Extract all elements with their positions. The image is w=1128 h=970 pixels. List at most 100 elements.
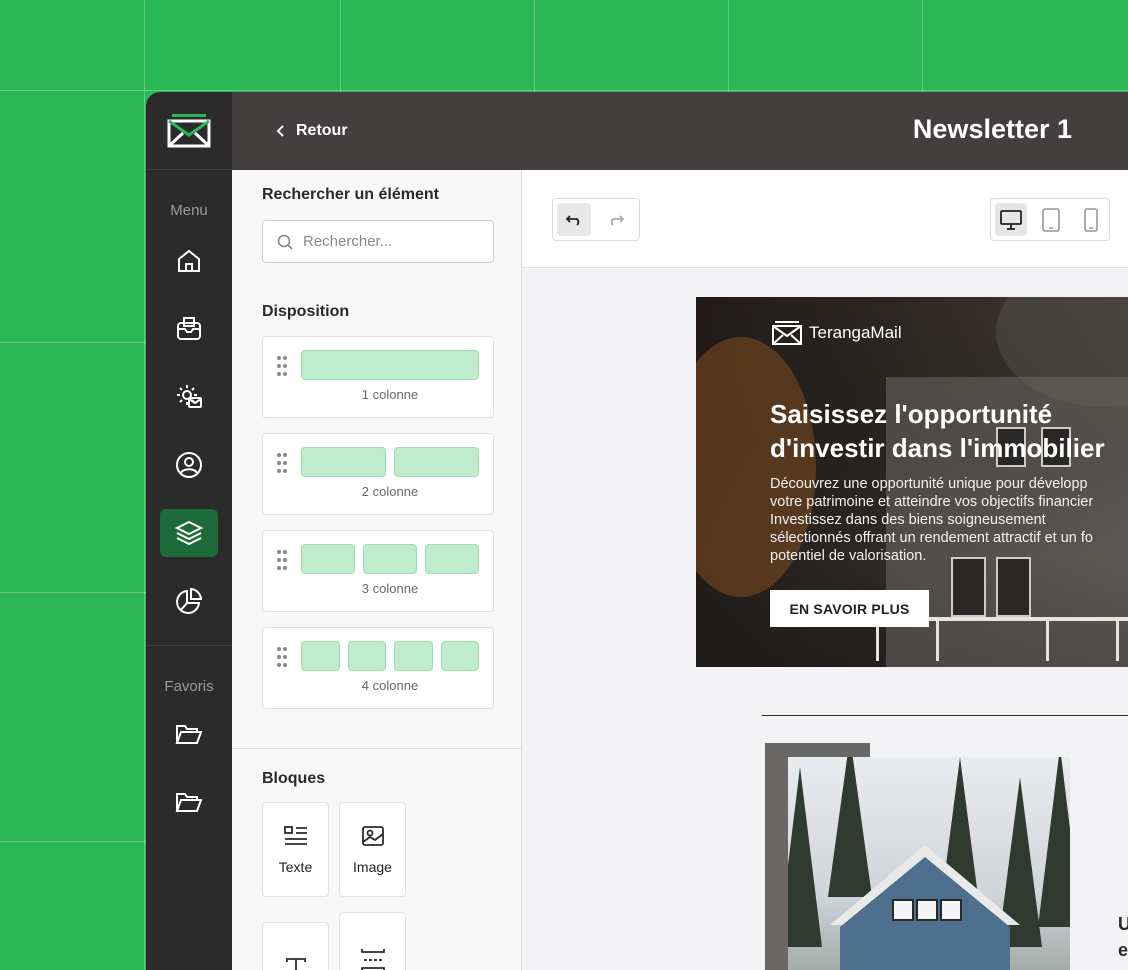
- house-window: [996, 557, 1031, 617]
- search-section-title: Rechercher un élément: [262, 186, 439, 203]
- block-title[interactable]: [262, 922, 329, 970]
- nav-templates[interactable]: [160, 509, 218, 557]
- folder-open-icon: [175, 725, 203, 744]
- cropped-heading: U: [1118, 914, 1128, 934]
- layout-section-title: Disposition: [262, 303, 350, 320]
- tablet-icon: [1042, 207, 1060, 232]
- layout-4-columns[interactable]: 4 colonne: [262, 627, 494, 709]
- tablet-view-button[interactable]: [1035, 203, 1067, 236]
- email-hero-block[interactable]: TerangaMail Saisissez l'opportunité d'in…: [696, 297, 1128, 667]
- app-window: Menu Favoris Retour Newsletter 1 Recherc…: [146, 92, 1128, 970]
- layout-2-columns[interactable]: 2 colonne: [262, 433, 494, 515]
- house-window: [892, 899, 914, 921]
- porch-post: [876, 621, 879, 661]
- column-preview: [301, 350, 479, 380]
- sidebar-divider: [146, 645, 232, 646]
- history-controls: [552, 198, 640, 241]
- grid-line: [728, 0, 729, 92]
- back-label: Retour: [296, 122, 348, 139]
- house-photo[interactable]: [788, 757, 1070, 970]
- layout-label: 2 colonne: [361, 484, 419, 499]
- drag-handle-icon[interactable]: [276, 355, 288, 377]
- nav-contacts[interactable]: [160, 441, 218, 489]
- desktop-icon: [1000, 209, 1022, 230]
- hero-title: Saisissez l'opportunité d'investir dans …: [770, 399, 1105, 463]
- column-preview: [301, 447, 479, 477]
- newsletter-title: Newsletter 1: [912, 114, 1072, 144]
- search-input[interactable]: [303, 233, 483, 250]
- block-label: Image: [353, 858, 392, 875]
- nav-home[interactable]: [160, 237, 218, 285]
- mobile-icon: [1084, 207, 1098, 232]
- pine-tree: [788, 767, 822, 947]
- mail-inbox-icon: [177, 317, 201, 340]
- drag-handle-icon[interactable]: [276, 452, 288, 474]
- block-label: Texte: [278, 858, 313, 875]
- email-brand-name: TerangaMail: [809, 323, 902, 342]
- undo-button[interactable]: [557, 203, 591, 236]
- grid-line: [0, 841, 146, 842]
- drag-handle-icon[interactable]: [276, 549, 288, 571]
- layout-label: 1 colonne: [361, 387, 419, 402]
- desktop-view-button[interactable]: [995, 203, 1027, 236]
- nav-automation[interactable]: [160, 373, 218, 421]
- layers-icon: [174, 520, 204, 546]
- favorites-label: Favoris: [164, 678, 214, 695]
- grid-line: [340, 0, 341, 92]
- menu-label: Menu: [170, 202, 208, 219]
- redo-icon: [610, 214, 625, 226]
- typography-icon: [285, 957, 306, 970]
- house-window: [916, 899, 938, 921]
- settings-mail-icon: [177, 385, 202, 408]
- cropped-heading: e: [1118, 940, 1128, 960]
- undo-icon: [565, 214, 580, 226]
- house-window: [951, 557, 986, 617]
- search-field[interactable]: [262, 220, 494, 263]
- nav-campaigns[interactable]: [160, 305, 218, 353]
- block-text[interactable]: Texte: [262, 802, 329, 897]
- grid-line: [534, 0, 535, 92]
- teranga-mail-logo-icon: [772, 321, 802, 345]
- block-image[interactable]: Image: [339, 802, 406, 897]
- editor-canvas: TerangaMail Saisissez l'opportunité d'in…: [522, 170, 1128, 970]
- column-preview: [301, 641, 479, 671]
- porch-post: [1046, 621, 1049, 661]
- favorite-folder-2[interactable]: [160, 779, 218, 827]
- house-window: [940, 899, 962, 921]
- spacer-icon: [360, 948, 385, 970]
- redo-button[interactable]: [599, 203, 633, 236]
- app-logo[interactable]: [146, 92, 232, 170]
- drag-handle-icon[interactable]: [276, 646, 288, 668]
- back-button[interactable]: Retour: [276, 122, 348, 140]
- search-icon: [277, 234, 293, 250]
- blocks-section-title: Bloques: [262, 770, 326, 787]
- top-header: Retour Newsletter 1: [232, 92, 1128, 170]
- house-wall: [840, 927, 1010, 970]
- main-sidebar: Menu Favoris: [146, 92, 232, 970]
- mobile-view-button[interactable]: [1075, 203, 1107, 236]
- pine-tree: [1038, 757, 1070, 927]
- text-list-icon: [283, 825, 307, 845]
- chevron-left-icon: [276, 125, 284, 137]
- teranga-mail-logo-icon: [167, 113, 211, 147]
- image-icon: [361, 825, 384, 846]
- layout-3-columns[interactable]: 3 colonne: [262, 530, 494, 612]
- grid-line: [922, 0, 923, 92]
- user-icon: [176, 452, 202, 478]
- layout-1-column[interactable]: 1 colonne: [262, 336, 494, 418]
- editor-toolbar: [522, 170, 1128, 268]
- favorite-folder-1[interactable]: [160, 711, 218, 759]
- folder-open-icon: [175, 793, 203, 812]
- hero-text: Découvrez une opportunité unique pour dé…: [770, 476, 1094, 564]
- email-brand: TerangaMail: [771, 321, 902, 345]
- block-spacer[interactable]: [339, 912, 406, 970]
- email-divider: [762, 715, 1128, 716]
- grid-line: [0, 342, 146, 343]
- builder-panel: Rechercher un élément Disposition 1 colo…: [232, 170, 522, 970]
- grid-line: [144, 0, 145, 970]
- nav-statistics[interactable]: [160, 577, 218, 625]
- porch-post: [936, 621, 939, 661]
- pie-chart-icon: [176, 587, 203, 614]
- cta-button[interactable]: EN SAVOIR PLUS: [770, 590, 929, 627]
- grid-line: [0, 90, 1128, 91]
